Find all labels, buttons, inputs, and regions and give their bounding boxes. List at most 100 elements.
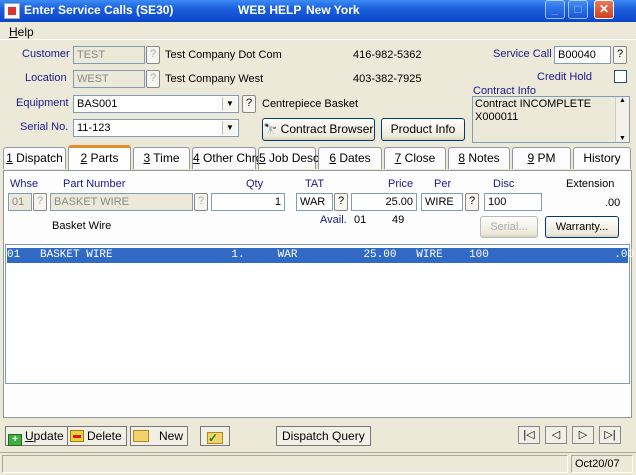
tab-job-desc[interactable]: 5 Job Desc [258,147,319,169]
location-phone: 403-382-7925 [353,73,422,85]
menu-bar: Help [0,22,636,40]
whse-field[interactable]: 01 [8,193,32,211]
update-label: pdate [33,429,64,443]
tab-time[interactable]: 3 Time [133,147,190,169]
tab-label: Notes [465,151,500,165]
qty-header: Qty [246,178,264,190]
dispatch-query-button[interactable]: Dispatch Query [276,426,371,446]
part-number-field[interactable]: BASKET WIRE [50,193,193,211]
customer-label: Customer [22,48,70,60]
tab-pm[interactable]: 9 PM [512,147,571,169]
new-label: New [159,429,184,443]
maximize-button[interactable]: □ [568,0,588,19]
scroll-up-icon[interactable]: ▲ [616,97,629,104]
scroll-down-icon[interactable]: ▼ [616,135,629,142]
status-bar: Oct20/07 [0,452,636,475]
location-field[interactable]: WEST [73,70,145,88]
part-number-header: Part Number [63,178,126,190]
new-button[interactable]: New [130,426,189,446]
contract-info-line2: X000011 [475,111,519,123]
minimize-button[interactable]: _ [545,0,565,19]
first-record-icon[interactable]: |◁ [518,426,540,444]
avail-qty: 49 [392,214,405,226]
tat-header: TAT [305,178,325,190]
customer-field[interactable]: TEST [73,46,145,64]
window-title: Enter Service Calls (SE30) [24,3,174,17]
tab-label: Close [401,151,436,165]
last-record-icon[interactable]: ▷| [599,426,621,444]
disc-field[interactable]: 100 [484,193,542,211]
avail-whse: 01 [354,214,367,226]
tab-parts[interactable]: 2 Parts [68,145,131,170]
tab-dates[interactable]: 6 Dates [318,147,382,169]
per-lookup-button[interactable]: ? [465,193,479,211]
parts-grid[interactable]: 01 BASKET WIRE 1. WAR 25.00 WIRE 100 .00 [5,244,634,384]
chevron-down-icon[interactable]: ▼ [222,121,237,135]
serial-button[interactable]: Serial... [480,216,538,238]
tab-history[interactable]: History [573,147,631,169]
warranty-button[interactable]: Warranty... [545,216,619,238]
disc-header: Disc [493,178,515,190]
tab-label: Parts [87,151,119,165]
update-button[interactable]: + Update [5,426,69,446]
location-lookup-button[interactable]: ? [146,70,160,88]
minus-icon [70,430,84,442]
tat-field[interactable]: WAR [296,193,333,211]
serial-label: Serial No. [20,121,69,133]
binoculars-icon: 🔭 [263,124,278,136]
plus-icon: + [8,434,22,446]
tab-key: 1 [6,151,13,165]
credit-hold-checkbox[interactable] [614,70,627,83]
tab-key: 6 [329,151,336,165]
whse-header: Whse [10,178,39,190]
customer-phone: 416-982-5362 [353,49,422,61]
contract-info-box[interactable]: Contract INCOMPLETE X000011 ▲ ▼ [472,96,630,143]
tab-label: Time [150,151,180,165]
table-row[interactable]: 01 BASKET WIRE 1. WAR 25.00 WIRE 100 .00 [7,248,634,263]
web-help-link[interactable]: WEB HELP [238,3,301,17]
close-button[interactable]: ✕ [594,0,614,19]
per-field[interactable]: WIRE [421,193,463,211]
menu-help[interactable]: Help [9,25,34,39]
service-call-field[interactable]: B00040 [554,46,611,64]
tab-other-chrg[interactable]: 4 Other Chrg [192,147,262,169]
tab-notes[interactable]: 8 Notes [448,147,510,169]
equipment-value: BAS001 [77,98,118,110]
product-info-button[interactable]: Product Info [381,118,465,141]
contract-info-scrollbar[interactable]: ▲ ▼ [615,97,629,142]
part-lookup-button[interactable]: ? [194,193,208,211]
customer-lookup-button[interactable]: ? [146,46,160,64]
equipment-combo[interactable]: BAS001 ▼ [73,95,239,113]
app-icon [4,3,20,19]
service-call-lookup-button[interactable]: ? [613,46,627,64]
next-record-icon[interactable]: ▷ [572,426,594,444]
tab-label: History [583,151,621,165]
delete-button[interactable]: Delete [67,426,127,446]
tat-lookup-button[interactable]: ? [334,193,348,211]
confirm-button[interactable]: ✓ [200,426,230,446]
folder-icon [133,430,149,442]
contract-browser-button[interactable]: 🔭 Contract Browser [262,118,375,141]
part-description: Basket Wire [52,220,112,232]
chevron-down-icon[interactable]: ▼ [222,97,237,111]
contract-browser-label: Contract Browser [280,122,374,136]
tab-close[interactable]: 7 Close [384,147,446,169]
qty-field[interactable]: 1 [211,193,285,211]
whse-lookup-button[interactable]: ? [33,193,47,211]
tab-dispatch[interactable]: 1 Dispatch [3,147,66,169]
tab-label: Other Chrg [199,151,263,165]
equipment-lookup-button[interactable]: ? [242,95,256,113]
equipment-label: Equipment [16,97,69,109]
avail-label: Avail. [320,214,347,226]
location-name: Test Company West [165,73,264,85]
contract-info-line1: Contract INCOMPLETE [475,98,592,110]
delete-label: Delete [87,429,122,443]
tab-key: 8 [458,151,465,165]
service-call-label: Service Call [493,48,552,60]
credit-hold-label: Credit Hold [537,71,593,83]
price-header: Price [388,178,414,190]
extension-value: .00 [605,197,621,209]
prev-record-icon[interactable]: ◁ [545,426,567,444]
price-field[interactable]: 25.00 [351,193,417,211]
serial-combo[interactable]: 11-123 ▼ [73,119,239,137]
